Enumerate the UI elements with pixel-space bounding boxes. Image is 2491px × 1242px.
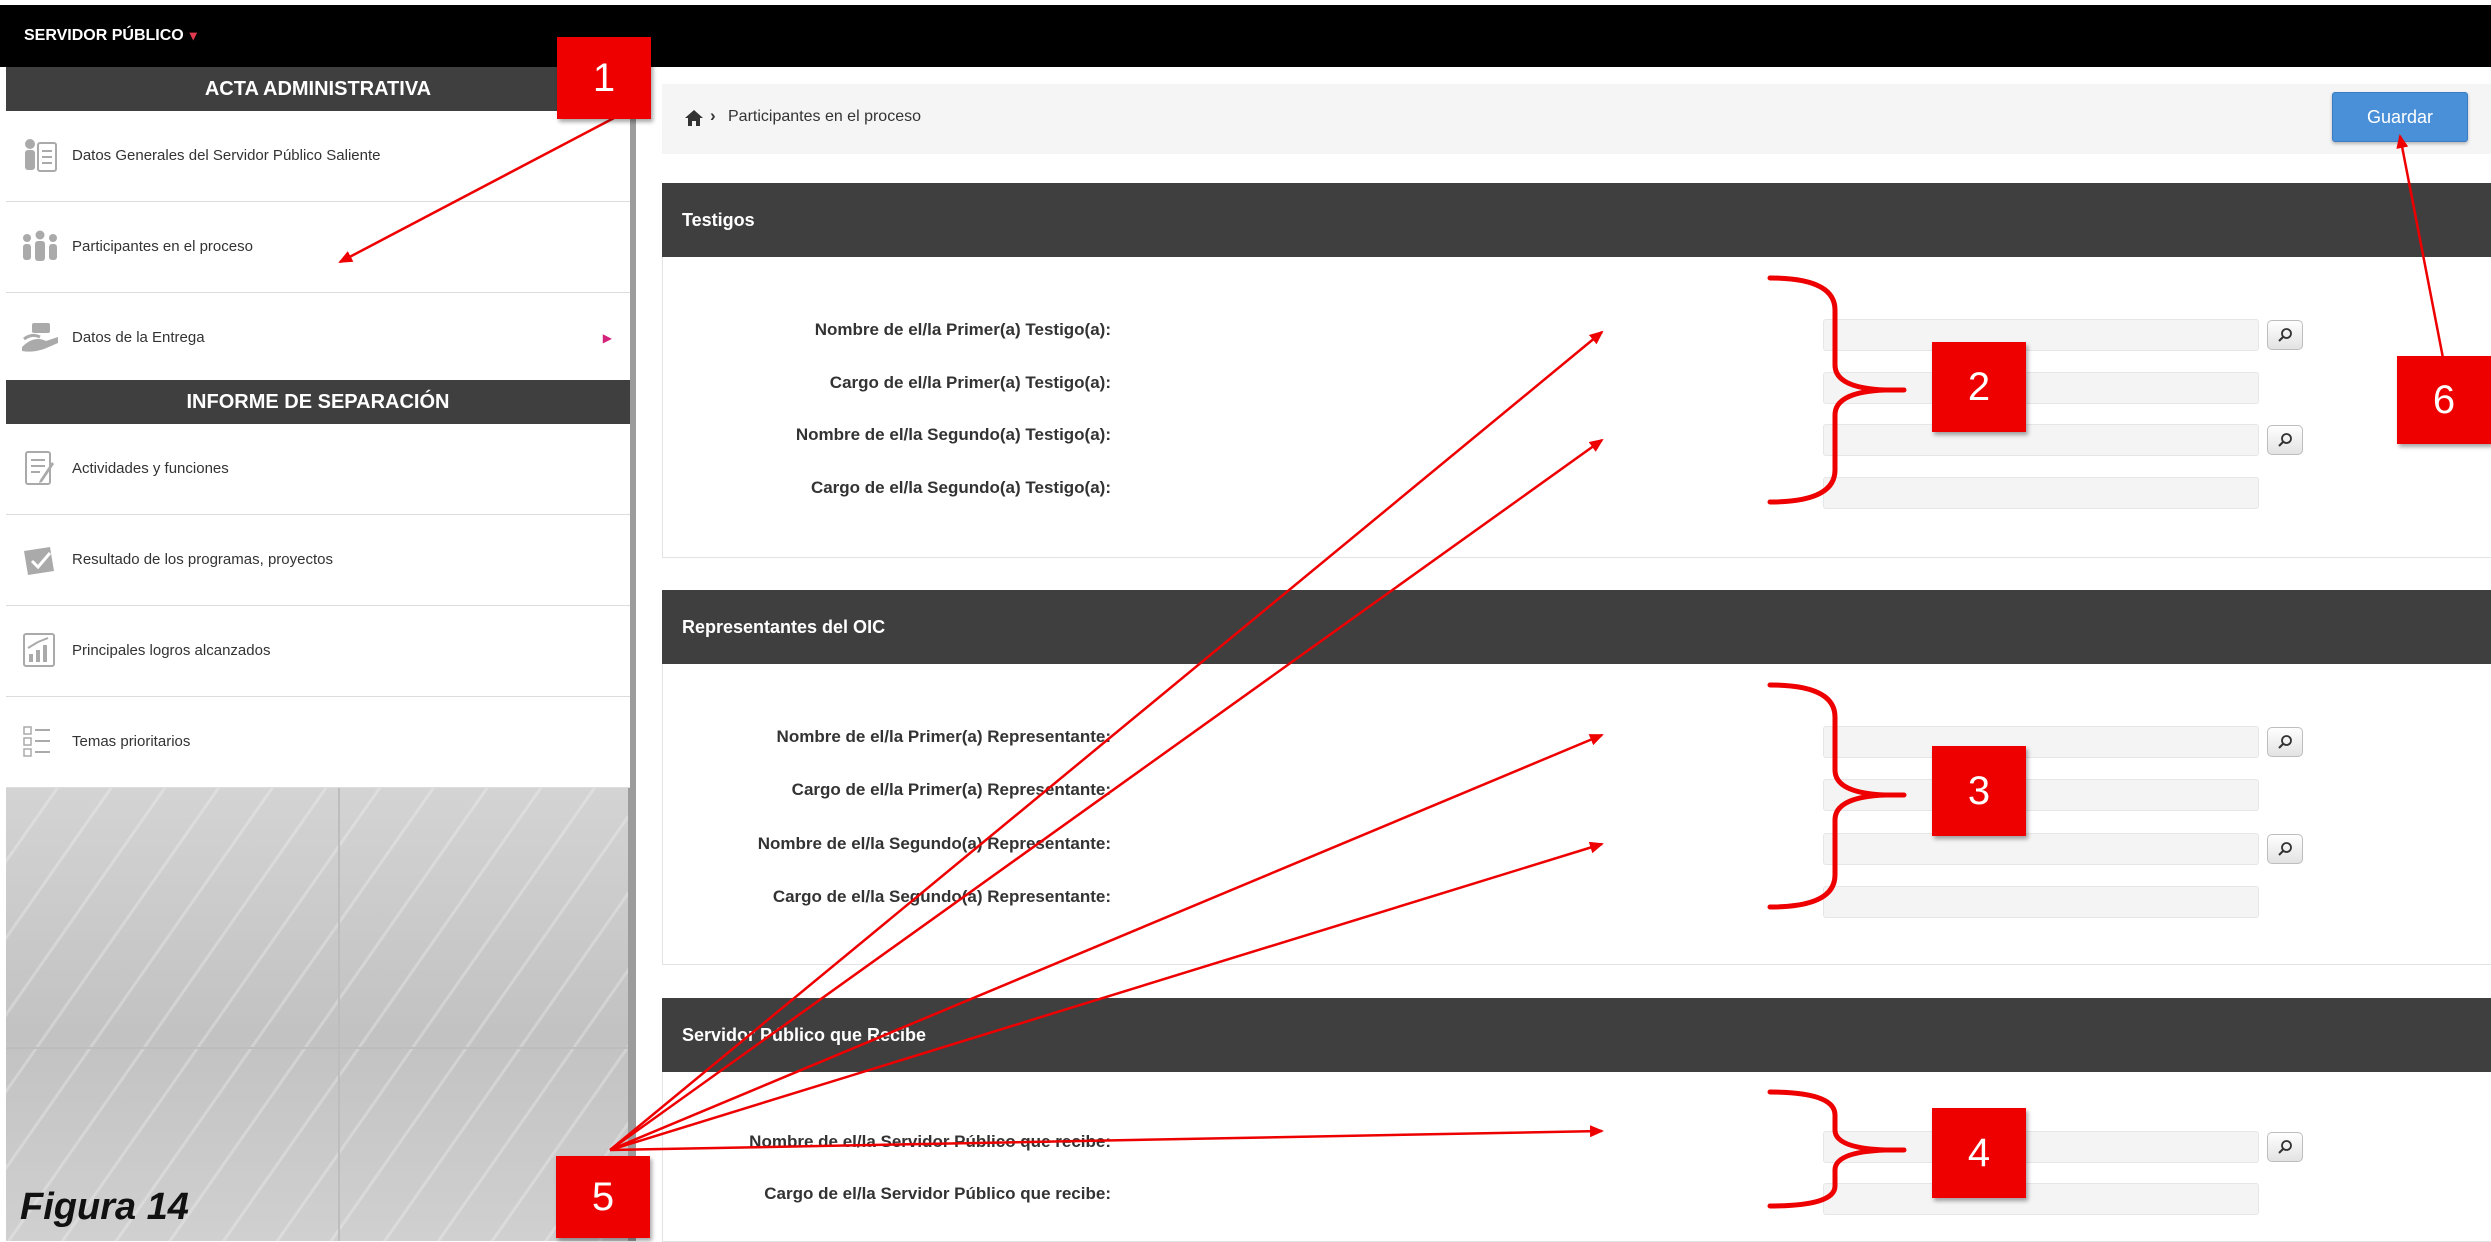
caret-down-icon: ▾: [189, 27, 197, 43]
sidebar-item-label: Resultado de los programas, proyectos: [72, 551, 333, 568]
annotation-badge-2: 2: [1932, 342, 2026, 432]
sidebar-item-label: Datos Generales del Servidor Público Sal…: [72, 147, 381, 164]
annotation-badge-4: 4: [1932, 1108, 2026, 1198]
field-label: Nombre de el/la Primer(a) Representante:: [776, 727, 1111, 746]
field-label: Cargo de el/la Servidor Público que reci…: [764, 1184, 1111, 1203]
panel-body-testigos: Nombre de el/la Primer(a) Testigo(a): Ca…: [662, 257, 2491, 558]
field-label: Cargo de el/la Segundo(a) Testigo(a):: [810, 478, 1111, 497]
panel-header-representantes: Representantes del OIC: [662, 590, 2491, 664]
segundo-representante-nombre-input[interactable]: [1823, 833, 2259, 865]
search-icon: [2278, 1140, 2292, 1154]
figure-caption: Figura 14: [20, 1186, 189, 1228]
field-label: Cargo de el/la Primer(a) Representante:: [791, 780, 1111, 799]
home-icon[interactable]: [684, 108, 704, 128]
primer-testigo-cargo-input[interactable]: [1823, 372, 2259, 404]
sidebar-item-logros[interactable]: Principales logros alcanzados: [6, 606, 630, 697]
field-label: Nombre de el/la Servidor Público que rec…: [749, 1132, 1111, 1151]
search-button[interactable]: [2267, 727, 2303, 757]
annotation-badge-5: 5: [556, 1156, 650, 1238]
primer-testigo-nombre-input[interactable]: [1823, 319, 2259, 351]
search-button[interactable]: [2267, 1132, 2303, 1162]
search-icon: [2278, 842, 2292, 856]
search-button[interactable]: [2267, 834, 2303, 864]
sidebar-item-temas[interactable]: Temas prioritarios: [6, 697, 630, 788]
annotation-badge-6: 6: [2397, 356, 2491, 444]
people-icon: [20, 226, 60, 266]
breadcrumb-current: Participantes en el proceso: [728, 108, 921, 125]
sidebar-section-acta: ACTA ADMINISTRATIVA: [6, 67, 630, 111]
field-label: Cargo de el/la Primer(a) Testigo(a):: [829, 373, 1111, 392]
field-label: Cargo de el/la Segundo(a) Representante:: [772, 887, 1111, 906]
segundo-representante-cargo-input[interactable]: [1823, 886, 2259, 918]
check-book-icon: [20, 539, 60, 579]
search-icon: [2278, 433, 2292, 447]
panel-body-servidor-recibe: Nombre de el/la Servidor Público que rec…: [662, 1072, 2491, 1242]
panel-title: Representantes del OIC: [682, 617, 886, 637]
field-label: Nombre de el/la Primer(a) Testigo(a):: [814, 320, 1111, 339]
annotation-badge-3: 3: [1932, 746, 2026, 836]
search-icon: [2278, 328, 2292, 342]
panel-header-testigos: Testigos: [662, 183, 2491, 257]
field-label: Nombre de el/la Segundo(a) Representante…: [757, 834, 1111, 853]
primer-representante-cargo-input[interactable]: [1823, 779, 2259, 811]
servidor-recibe-cargo-input[interactable]: [1823, 1183, 2259, 1215]
chevron-right-icon: ›: [710, 106, 716, 125]
field-label: Nombre de el/la Segundo(a) Testigo(a):: [795, 425, 1111, 444]
sidebar-item-label: Temas prioritarios: [72, 733, 191, 750]
annotation-badge-1: 1: [557, 37, 651, 119]
chart-up-icon: [20, 630, 60, 670]
panel-body-representantes: Nombre de el/la Primer(a) Representante:…: [662, 664, 2491, 965]
sidebar-item-label: Actividades y funciones: [72, 460, 229, 477]
sidebar-background-image: [6, 782, 630, 1241]
sidebar-item-datos-generales[interactable]: Datos Generales del Servidor Público Sal…: [6, 111, 630, 202]
sidebar-item-actividades[interactable]: Actividades y funciones: [6, 424, 630, 515]
sidebar-item-label: Participantes en el proceso: [72, 238, 253, 255]
servidor-recibe-nombre-input[interactable]: [1823, 1131, 2259, 1163]
sidebar-item-resultado[interactable]: Resultado de los programas, proyectos: [6, 515, 630, 606]
save-button[interactable]: Guardar: [2332, 92, 2468, 142]
sidebar-item-label: Datos de la Entrega: [72, 329, 205, 346]
sidebar-item-participantes[interactable]: Participantes en el proceso: [6, 202, 630, 293]
sidebar-section-informe: INFORME DE SEPARACIÓN: [6, 380, 630, 424]
primer-representante-nombre-input[interactable]: [1823, 726, 2259, 758]
search-icon: [2278, 735, 2292, 749]
sidebar-item-datos-entrega[interactable]: Datos de la Entrega ▶: [6, 293, 630, 384]
sidebar-item-label: Principales logros alcanzados: [72, 642, 271, 659]
checklist-icon: [20, 721, 60, 761]
chevron-right-icon: ▶: [602, 331, 612, 345]
segundo-testigo-cargo-input[interactable]: [1823, 477, 2259, 509]
handover-icon: [20, 317, 60, 357]
panel-title: Testigos: [682, 210, 755, 230]
search-button[interactable]: [2267, 320, 2303, 350]
document-edit-icon: [20, 448, 60, 488]
panel-title: Servidor Público que Recibe: [682, 1025, 927, 1045]
search-button[interactable]: [2267, 425, 2303, 455]
segundo-testigo-nombre-input[interactable]: [1823, 424, 2259, 456]
panel-header-servidor-recibe: Servidor Público que Recibe: [662, 998, 2491, 1072]
id-card-icon: [20, 135, 60, 175]
top-bar: SERVIDOR PÚBLICO ▾: [0, 5, 2491, 67]
breadcrumb: › Participantes en el proceso: [662, 84, 2491, 154]
user-menu-label: SERVIDOR PÚBLICO: [24, 27, 184, 44]
user-menu[interactable]: SERVIDOR PÚBLICO ▾: [24, 27, 197, 45]
